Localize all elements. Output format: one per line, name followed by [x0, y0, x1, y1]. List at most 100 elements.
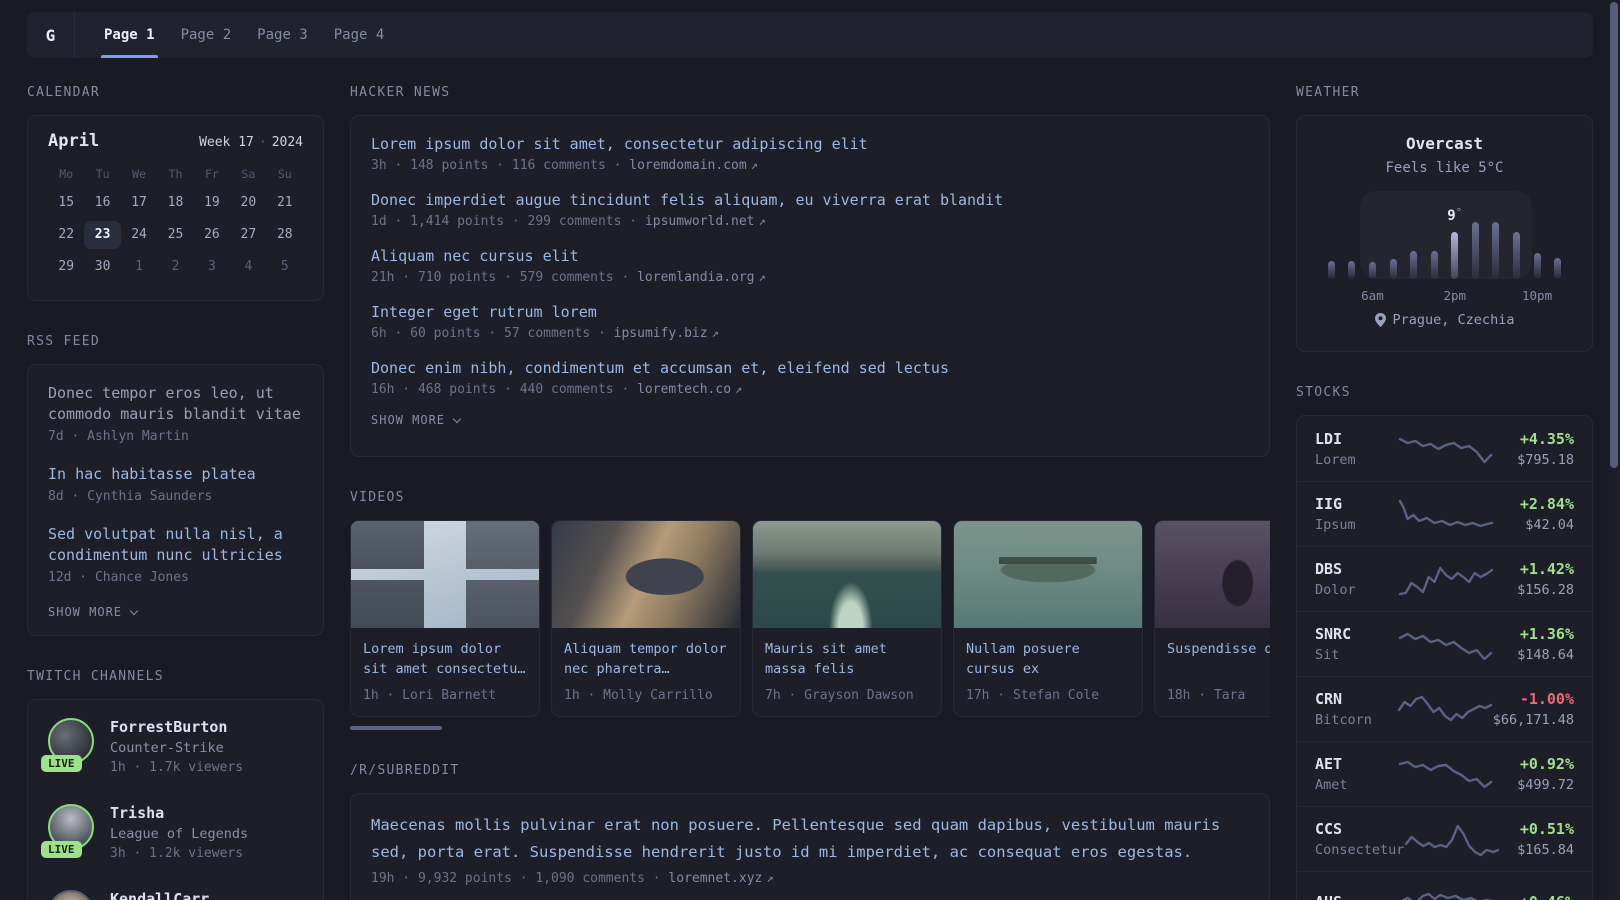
hn-item-title[interactable]: Donec imperdiet augue tincidunt felis al…: [371, 189, 1249, 211]
subreddit-post-stats: 19h · 9,932 points · 1,090 comments ·: [371, 871, 669, 886]
stock-row[interactable]: AHS +0.46%: [1297, 871, 1592, 900]
hn-list: Lorem ipsum dolor sit amet, consectetur …: [371, 133, 1249, 397]
page-tab[interactable]: Page 1: [91, 12, 168, 58]
calendar-day: 4: [244, 259, 253, 274]
subreddit-panel: Maecenas mollis pulvinar erat non posuer…: [350, 793, 1270, 900]
channel-name[interactable]: KendallCarr: [110, 890, 209, 900]
stock-name: Amet: [1315, 777, 1348, 793]
page-scrollbar-thumb[interactable]: [1610, 2, 1618, 468]
stock-change-percent: +2.84%: [1519, 495, 1574, 513]
twitch-channel[interactable]: LIVE ForrestBurton Counter-Strike 1h · 1…: [41, 718, 303, 775]
show-more-button[interactable]: SHOW MORE: [371, 413, 1249, 427]
stock-sparkline: [1398, 886, 1494, 900]
stock-row[interactable]: CCS Consectetur +0.51% $165.84: [1297, 806, 1592, 871]
twitch-channel[interactable]: LIVE Trisha League of Legends 3h · 1.2k …: [41, 804, 303, 861]
videos-heading: VIDEOS: [350, 490, 405, 505]
hn-item-title[interactable]: Aliquam nec cursus elit: [371, 245, 1249, 267]
page-tab[interactable]: Page 3: [244, 12, 321, 58]
weather-bar: [1492, 222, 1500, 279]
video-thumbnail: [954, 521, 1142, 628]
hn-item-domain[interactable]: loremtech.co: [637, 382, 731, 397]
rss-item-title[interactable]: Sed volutpat nulla nisl, a condimentum n…: [48, 524, 303, 566]
stock-change-percent: +4.35%: [1519, 429, 1574, 448]
subreddit-post-domain[interactable]: loremnet.xyz: [668, 871, 762, 886]
hn-item-meta: 16h · 468 points · 440 comments · loremt…: [371, 382, 1249, 397]
video-title[interactable]: Lorem ipsum dolor sit amet consectetu…: [363, 639, 527, 679]
weather-bar: [1471, 222, 1479, 279]
hn-item-title[interactable]: Lorem ipsum dolor sit amet, consectetur …: [371, 133, 1249, 155]
calendar-weekday: Sa: [241, 167, 256, 181]
hn-item: Lorem ipsum dolor sit amet, consectetur …: [371, 133, 1249, 173]
twitch-channel[interactable]: KendallCarr: [48, 890, 303, 900]
video-card[interactable]: Lorem ipsum dolor sit amet consectetu… 1…: [350, 520, 540, 717]
weather-hour-slot: [1424, 251, 1445, 279]
stock-sparkline: [1398, 431, 1494, 467]
video-card[interactable]: Mauris sit amet massa felis 7h · Grayson…: [752, 520, 942, 717]
rss-item: In hac habitasse platea 8d · Cynthia Sau…: [48, 464, 303, 504]
video-card[interactable]: Nullam posuere cursus ex 17h · Stefan Co…: [953, 520, 1143, 717]
weather-hour-slot: 9° 2pm: [1443, 206, 1466, 303]
avatar-wrap: [48, 890, 94, 900]
weather-bar: [1389, 259, 1397, 279]
page-tabs: Page 1 Page 2 Page 3 Page 4: [75, 12, 397, 58]
stock-price: $165.84: [1517, 842, 1574, 858]
stock-row[interactable]: CRN Bitcorn -1.00% $66,171.48: [1297, 676, 1592, 741]
rss-section: RSS FEED Donec tempor eros leo, ut commo…: [27, 334, 324, 636]
video-title[interactable]: Suspendisse diam: [1167, 639, 1270, 679]
stock-values: +1.36% $148.64: [1494, 625, 1574, 663]
stock-price: $795.18: [1517, 451, 1574, 468]
rss-item-title[interactable]: In hac habitasse platea: [48, 464, 303, 485]
hn-item-title[interactable]: Integer eget rutrum lorem: [371, 301, 1249, 323]
stock-values: +2.84% $42.04: [1494, 495, 1574, 533]
hackernews-heading: HACKER NEWS: [350, 85, 451, 100]
stock-row[interactable]: DBS Dolor +1.42% $156.28: [1297, 546, 1592, 611]
stock-price: $42.04: [1525, 517, 1574, 533]
video-card[interactable]: Suspendisse diam 18h · Tara: [1154, 520, 1270, 717]
rss-item-title[interactable]: Donec tempor eros leo, ut commodo mauris…: [48, 383, 303, 425]
calendar-day: 22: [58, 227, 75, 242]
stock-info: DBS Dolor: [1315, 560, 1398, 598]
weather-bar: [1430, 251, 1438, 279]
avatar: [48, 890, 94, 900]
stock-row[interactable]: AET Amet +0.92% $499.72: [1297, 741, 1592, 806]
hn-item-title[interactable]: Donec enim nibh, condimentum et accumsan…: [371, 357, 1249, 379]
weather-section: WEATHER Overcast Feels like 5°C 6am 9° 2…: [1296, 85, 1593, 352]
stock-info: LDI Lorem: [1315, 430, 1398, 468]
video-title[interactable]: Aliquam tempor dolor nec pharetra…: [564, 639, 728, 679]
video-title[interactable]: Nullam posuere cursus ex: [966, 639, 1130, 679]
page-tab[interactable]: Page 4: [321, 12, 398, 58]
hn-item: Aliquam nec cursus elit 21h · 710 points…: [371, 245, 1249, 285]
weather-bar: [1348, 261, 1356, 279]
stock-values: +0.51% $165.84: [1500, 820, 1574, 858]
right-column: WEATHER Overcast Feels like 5°C 6am 9° 2…: [1296, 85, 1593, 900]
channel-name[interactable]: Trisha: [110, 804, 248, 822]
stock-row[interactable]: LDI Lorem +4.35% $795.18: [1297, 416, 1592, 481]
hn-item-domain[interactable]: loremdomain.com: [629, 158, 746, 173]
channel-name[interactable]: ForrestBurton: [110, 718, 243, 736]
stock-info: CRN Bitcorn: [1315, 690, 1397, 728]
video-card[interactable]: Aliquam tempor dolor nec pharetra… 1h · …: [551, 520, 741, 717]
video-title[interactable]: Mauris sit amet massa felis: [765, 639, 929, 679]
hn-item-domain[interactable]: loremlandia.org: [637, 270, 754, 285]
channel-category[interactable]: League of Legends: [110, 826, 248, 842]
hn-item-domain[interactable]: ipsumworld.net: [645, 214, 755, 229]
hn-item-domain[interactable]: ipsumify.biz: [614, 326, 708, 341]
location-pin-icon: [1374, 313, 1386, 327]
weather-bar: [1410, 251, 1418, 279]
subreddit-post-title[interactable]: Maecenas mollis pulvinar erat non posuer…: [371, 812, 1249, 866]
video-scrollbar-thumb[interactable]: [350, 726, 442, 730]
page-scrollbar: [1608, 0, 1620, 900]
weather-hour-slot: [1486, 222, 1507, 279]
page-tab[interactable]: Page 2: [168, 12, 245, 58]
calendar-day: 2: [171, 259, 180, 274]
app-logo[interactable]: G: [27, 12, 75, 58]
show-more-button[interactable]: SHOW MORE: [48, 605, 303, 619]
weather-hour-slot: [1403, 251, 1424, 279]
stock-row[interactable]: SNRC Sit +1.36% $148.64: [1297, 611, 1592, 676]
stock-sparkline: [1398, 626, 1494, 662]
hn-item: Donec imperdiet augue tincidunt felis al…: [371, 189, 1249, 229]
stock-row[interactable]: IIG Ipsum +2.84% $42.04: [1297, 481, 1592, 546]
weather-hour-slot: [1321, 261, 1342, 279]
stock-info: IIG Ipsum: [1315, 495, 1398, 533]
channel-category[interactable]: Counter-Strike: [110, 740, 243, 756]
